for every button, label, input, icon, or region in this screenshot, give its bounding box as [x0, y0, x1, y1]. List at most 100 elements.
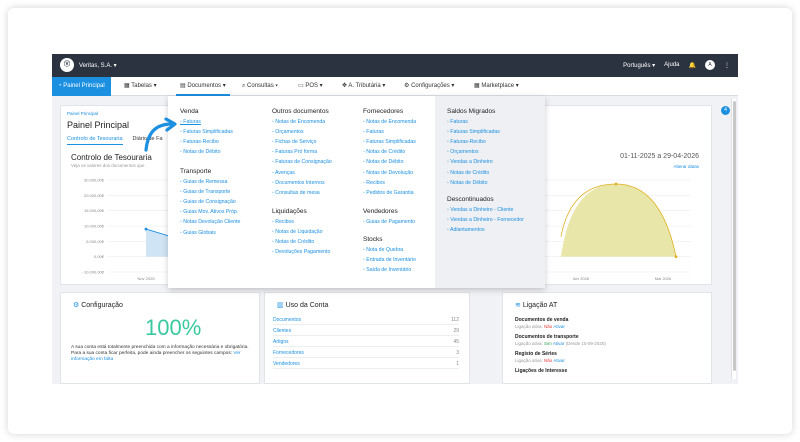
nav-pos[interactable]: ▭ POS ▾ — [298, 77, 323, 96]
menu-item-liquidacoes[interactable]: ◦ Notas de Crédito — [272, 239, 314, 245]
language-selector[interactable]: Português ▾ — [623, 62, 655, 69]
menu-item-descontinuados[interactable]: ◦ Adiantamentos — [447, 227, 485, 233]
menu-heading-descontinuados: Descontinuados — [447, 196, 494, 203]
menu-item-stocks[interactable]: ◦ Nota de Quebra — [363, 247, 403, 253]
menu-item-venda[interactable]: ◦ Notas de Débito — [180, 149, 220, 155]
menu-item-venda[interactable]: ◦ Faturas-Recibo — [180, 139, 219, 145]
company-selector[interactable]: Veritas, S.A. ▾ — [79, 62, 117, 69]
help-link[interactable]: Ajuda — [664, 62, 679, 68]
menu-item-outros[interactable]: ◦ Consultas de mesa — [272, 190, 320, 196]
y-tick-label: 15.000,00€ — [84, 208, 105, 213]
config-title: Configuração — [81, 302, 123, 309]
menu-item-vendedores[interactable]: ◦ Guias de Pagamento — [363, 219, 415, 225]
menu-item-outros[interactable]: ◦ Faturas de Consignação — [272, 159, 332, 165]
nav-tabelas[interactable]: ▦ Tabelas ▾ — [124, 77, 157, 96]
usage-row[interactable]: Documentos 112 — [273, 317, 459, 325]
menu-item-descontinuados[interactable]: ◦ Vendas a Dinheiro - Fornecedor — [447, 217, 524, 223]
menu-item-transporte[interactable]: ◦ Guias de Remessa — [180, 179, 227, 185]
company-name: Veritas, S.A. — [79, 63, 113, 69]
menu-item-stocks[interactable]: ◦ Entrada de Inventário — [363, 257, 416, 263]
menu-item-stocks[interactable]: ◦ Saída de Inventário — [363, 267, 411, 273]
usage-row[interactable]: Clientes 29 — [273, 328, 459, 336]
usage-label: Vendedores — [273, 361, 300, 367]
menu-item-fornecedores[interactable]: ◦ Faturas Simplificadas — [363, 139, 416, 145]
at-title: Ligação AT — [522, 302, 558, 309]
more-vertical-icon[interactable]: ⋮ — [724, 62, 730, 69]
menu-item-fornecedores[interactable]: ◦ Recibos — [363, 180, 385, 186]
menu-item-transporte[interactable]: ◦ Guias Globais — [180, 230, 216, 236]
data-point[interactable] — [674, 255, 678, 259]
menu-item-liquidacoes[interactable]: ◦ Devoluções Pagamento — [272, 249, 330, 255]
nav-painel-principal[interactable]: ◔ Painel Principal — [52, 77, 111, 96]
menu-item-saldos[interactable]: ◦ Faturas Simplificadas — [447, 129, 500, 135]
usage-row[interactable]: Artigos 45 — [273, 339, 459, 347]
scrollbar[interactable] — [731, 99, 736, 379]
menu-item-outros[interactable]: ◦ Fichas de Serviço — [272, 139, 317, 145]
gear-icon: ⚙ — [73, 302, 80, 309]
menu-item-outros[interactable]: ◦ Documentos Internos — [272, 180, 325, 186]
usage-label: Documentos — [273, 317, 302, 323]
menu-item-saldos[interactable]: ◦ Faturas-Recibo — [447, 139, 486, 145]
menu-item-descontinuados[interactable]: ◦ Vendas a Dinheiro - Cliente — [447, 207, 513, 213]
y-tick-label: 5.000,00€ — [86, 239, 105, 244]
usage-row[interactable]: Fornecedores 3 — [273, 350, 459, 358]
y-tick-label: 20.000,00€ — [84, 193, 105, 198]
menu-item-fornecedores[interactable]: ◦ Notas de Crédito — [363, 149, 405, 155]
menu-item-venda[interactable]: ◦ Faturas Simplificadas — [180, 129, 233, 135]
menu-item-saldos[interactable]: ◦ Notas de Crédito — [447, 170, 489, 176]
menu-item-fornecedores[interactable]: ◦ Notas de Devolução — [363, 170, 413, 176]
data-point[interactable] — [144, 227, 148, 231]
menu-item-fornecedores[interactable]: ◦ Faturas — [363, 129, 384, 135]
menu-item-transporte[interactable]: ◦ Guias de Consignação — [180, 199, 236, 205]
menu-item-fornecedores[interactable]: ◦ Notas de Encomenda — [363, 119, 416, 125]
at-item-title: Documentos de transporte — [515, 334, 579, 340]
menu-item-outros[interactable]: ◦ Orçamentos — [272, 129, 304, 135]
menu-item-outros[interactable]: ◦ Faturas Pró forma — [272, 149, 317, 155]
nav-label: Painel Principal — [63, 83, 105, 89]
notification-badge[interactable]: 4 — [721, 106, 730, 115]
activate-link[interactable]: Ativar — [553, 358, 565, 363]
menu-item-liquidacoes[interactable]: ◦ Recibos — [272, 219, 294, 225]
change-dates-link[interactable]: Alterar datas — [673, 164, 699, 169]
avatar[interactable]: A — [705, 60, 715, 70]
breadcrumb[interactable]: Painel Principal — [67, 111, 98, 116]
bell-icon[interactable]: 🔔 — [689, 62, 696, 69]
menu-item-venda[interactable]: ◦ Faturas — [180, 119, 201, 125]
chart-icon: ▥ — [277, 302, 284, 309]
menu-item-transporte[interactable]: ◦ Guias Mov. Ativos Próp. — [180, 209, 238, 215]
menu-item-saldos[interactable]: ◦ Orçamentos — [447, 149, 479, 155]
menu-item-transporte[interactable]: ◦ Notas Devolução Cliente — [180, 219, 240, 225]
nav-label: Tabelas — [131, 83, 152, 89]
x-tick-label: Abr 2026 — [573, 276, 590, 281]
menu-item-transporte[interactable]: ◦ Guias de Transporte — [180, 189, 230, 195]
usage-label: Artigos — [273, 339, 289, 345]
menu-item-fornecedores[interactable]: ◦ Notas de Débito — [363, 159, 403, 165]
menu-item-outros[interactable]: ◦ Avenças — [272, 170, 295, 176]
gear-icon: ⚙ — [404, 83, 410, 89]
status-value: Não — [544, 358, 553, 363]
menu-item-outros[interactable]: ◦ Notas de Encomenda — [272, 119, 325, 125]
menu-item-liquidacoes[interactable]: ◦ Notas de Liquidação — [272, 229, 323, 235]
nav-marketplace[interactable]: ▦ Marketplace ▾ — [474, 77, 519, 96]
activate-link[interactable]: Ativar — [553, 341, 565, 346]
menu-item-saldos[interactable]: ◦ Notas de Débito — [447, 180, 487, 186]
menu-item-fornecedores[interactable]: ◦ Pedidos de Garantia — [363, 190, 414, 196]
y-tick-label: 30.000,00€ — [84, 178, 105, 183]
usage-row[interactable]: Vendedores 1 — [273, 361, 459, 369]
at-item-title: Ligações de Interesse — [515, 368, 568, 374]
top-bar: Ⓥ Veritas, S.A. ▾ Português ▾ Ajuda 🔔 A … — [52, 54, 738, 77]
menu-item-saldos[interactable]: ◦ Vendas a Dinheiro — [447, 159, 493, 165]
company-logo: Ⓥ — [60, 58, 74, 72]
grid-icon: ▦ — [474, 83, 480, 89]
nav-tributaria[interactable]: ✥ A. Tributária ▾ — [342, 77, 385, 96]
nav-label: A. Tributária — [348, 83, 381, 89]
usage-label: Clientes — [273, 328, 292, 334]
scrollbar-thumb[interactable] — [733, 101, 736, 371]
nav-documentos[interactable]: ▤ Documentos ▾ — [176, 77, 230, 96]
nav-consultas[interactable]: ⌕ Consultas ▾ — [242, 77, 278, 96]
menu-item-saldos[interactable]: ◦ Faturas — [447, 119, 468, 125]
data-point[interactable] — [614, 182, 618, 186]
tab-controlo-tesouraria[interactable]: Controlo de Tesouraria — [67, 136, 123, 145]
nav-configuracoes[interactable]: ⚙ Configurações ▾ — [404, 77, 454, 96]
activate-link[interactable]: Ativar — [553, 324, 565, 329]
